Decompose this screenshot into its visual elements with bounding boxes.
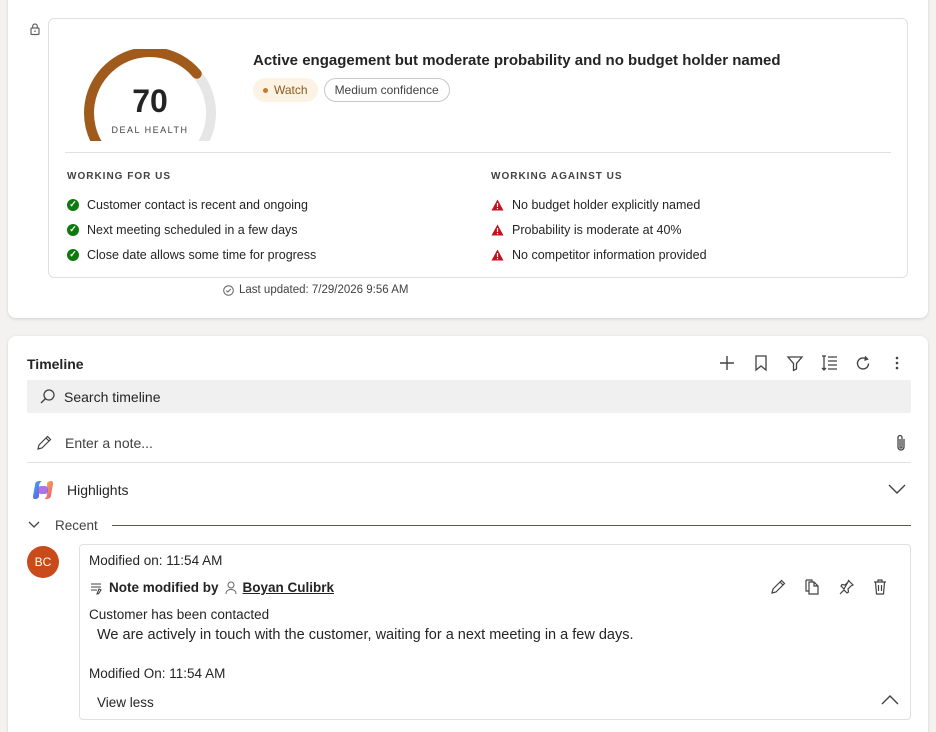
- author-link[interactable]: Boyan Culibrk: [243, 580, 335, 595]
- person-icon: [225, 581, 237, 594]
- warning-icon: [491, 224, 504, 236]
- list-item: ✓ Close date allows some time for progres…: [67, 242, 316, 267]
- refresh-icon[interactable]: [852, 352, 874, 374]
- timeline-entry: Modified on: 11:54 AM Note modified by B…: [79, 544, 911, 720]
- sort-icon[interactable]: [818, 352, 840, 374]
- chevron-up-icon[interactable]: [880, 693, 900, 707]
- copilot-icon: [33, 481, 53, 499]
- pin-icon[interactable]: [836, 577, 856, 597]
- view-less-link[interactable]: View less: [97, 695, 154, 710]
- timeline-toolbar: [716, 352, 908, 374]
- timeline-card: Timeline Highlights Recent: [8, 336, 928, 732]
- entry-body: We are actively in touch with the custom…: [97, 627, 634, 643]
- working-for-list: WORKING FOR US ✓ Customer contact is rece…: [67, 171, 316, 267]
- deal-health-score: 70: [132, 83, 168, 119]
- check-circle-icon: ✓: [67, 198, 79, 211]
- check-circle-outline-icon: [223, 284, 234, 296]
- check-circle-icon: ✓: [67, 223, 79, 236]
- status-badge: Watch: [253, 78, 318, 102]
- list-item: ✓ Next meeting scheduled in a few days: [67, 217, 316, 242]
- highlights-row[interactable]: Highlights: [27, 475, 911, 505]
- note-icon: [91, 582, 102, 595]
- attachment-icon[interactable]: [895, 433, 907, 453]
- divider: [111, 524, 911, 526]
- search-input[interactable]: [64, 388, 664, 405]
- chevron-down-icon[interactable]: [27, 520, 41, 530]
- deal-health-gauge: 70 DEAL HEALTH: [77, 47, 223, 153]
- note-composer: [27, 423, 911, 463]
- last-updated: Last updated: 7/29/2026 9:56 AM: [223, 284, 408, 296]
- timeline-search: [27, 380, 911, 413]
- warning-icon: [491, 249, 504, 261]
- bookmark-icon[interactable]: [750, 352, 772, 374]
- entry-modified-on: Modified on: 11:54 AM: [89, 553, 223, 568]
- more-options-icon[interactable]: [886, 352, 908, 374]
- list-item: Probability is moderate at 40%: [491, 217, 707, 242]
- working-for-title: WORKING FOR US: [67, 171, 171, 182]
- deal-health-headline: Active engagement but moderate probabili…: [253, 52, 781, 69]
- deal-health-panel: 70 DEAL HEALTH Active engagement but mod…: [48, 18, 908, 278]
- lock-icon: [30, 23, 40, 36]
- edit-icon[interactable]: [768, 577, 788, 597]
- list-item: ✓ Customer contact is recent and ongoing: [67, 192, 316, 217]
- timeline-title: Timeline: [27, 356, 84, 372]
- recent-label: Recent: [55, 517, 98, 533]
- search-icon: [40, 389, 55, 404]
- entry-actions: [768, 577, 890, 597]
- add-icon[interactable]: [716, 352, 738, 374]
- recent-group-header[interactable]: Recent: [27, 516, 911, 534]
- pencil-icon: [37, 435, 52, 450]
- warning-icon: [491, 199, 504, 211]
- entry-title: Note modified by Boyan Culibrk: [89, 580, 334, 595]
- status-dot-icon: [263, 87, 268, 93]
- list-item: No competitor information provided: [491, 242, 707, 267]
- divider: [65, 152, 891, 153]
- note-input[interactable]: [65, 434, 845, 451]
- entry-subject: Customer has been contacted: [89, 607, 270, 622]
- chevron-down-icon[interactable]: [887, 481, 907, 497]
- entry-modified-footer: Modified On: 11:54 AM: [89, 666, 226, 681]
- working-against-list: WORKING AGAINST US No budget holder expl…: [491, 171, 707, 267]
- highlights-label: Highlights: [67, 482, 129, 498]
- avatar[interactable]: BC: [27, 546, 59, 578]
- check-circle-icon: ✓: [67, 248, 79, 261]
- copy-icon[interactable]: [802, 577, 822, 597]
- filter-icon[interactable]: [784, 352, 806, 374]
- delete-icon[interactable]: [870, 577, 890, 597]
- deal-health-label: DEAL HEALTH: [111, 125, 189, 135]
- deal-health-card: 70 DEAL HEALTH Active engagement but mod…: [8, 0, 928, 318]
- confidence-badge: Medium confidence: [323, 78, 450, 102]
- list-item: No budget holder explicitly named: [491, 192, 707, 217]
- working-against-title: WORKING AGAINST US: [491, 171, 623, 182]
